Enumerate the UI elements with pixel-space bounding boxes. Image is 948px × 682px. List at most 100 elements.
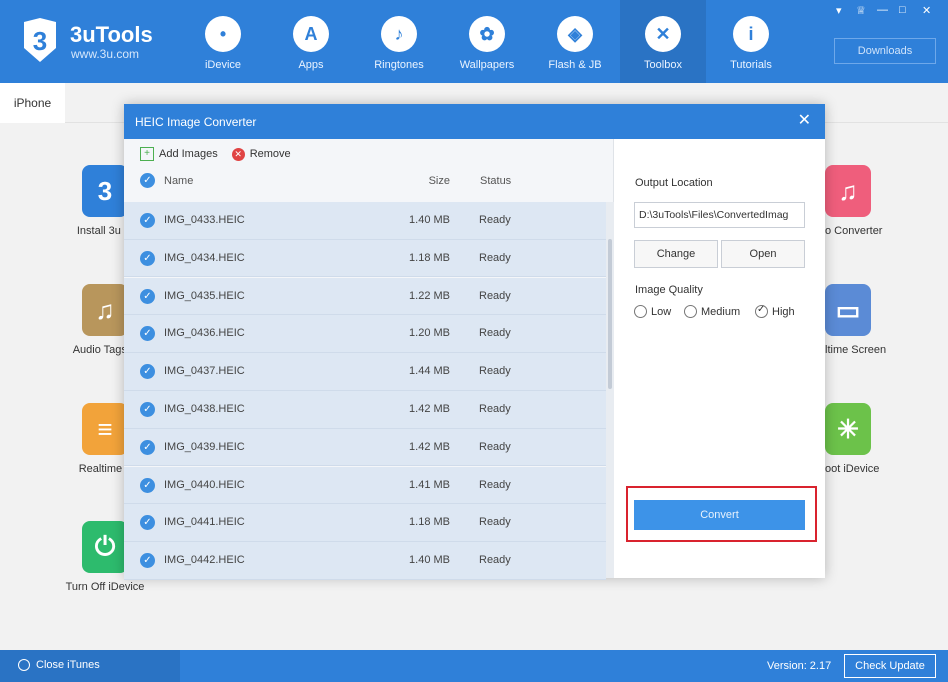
file-size: 1.42 MB (409, 440, 450, 453)
nav-label: iDevice (204, 59, 242, 71)
column-name[interactable]: Name (164, 175, 193, 187)
menu-icon[interactable]: ▾ (836, 4, 842, 17)
check-update-button[interactable]: Check Update (844, 654, 936, 678)
open-button[interactable]: Open (721, 240, 805, 268)
status-bar: Close iTunes Version: 2.17 Check Update (0, 650, 948, 682)
apple-icon: • (205, 16, 241, 52)
quality-medium-radio[interactable] (684, 305, 697, 318)
nav-item-wallpapers[interactable]: ✿ Wallpapers (444, 0, 530, 83)
file-row[interactable]: ✓ IMG_0434.HEIC 1.18 MB Ready (124, 239, 606, 278)
monitor-icon: ▭ (825, 284, 871, 336)
file-size: 1.44 MB (409, 365, 450, 378)
row-checkbox[interactable]: ✓ (140, 402, 155, 417)
quality-low-radio[interactable] (634, 305, 647, 318)
file-size: 1.41 MB (409, 478, 450, 491)
nav-label: Flash & JB (548, 59, 602, 71)
file-row[interactable]: ✓ IMG_0440.HEIC 1.41 MB Ready (124, 466, 606, 505)
add-image-icon: + (140, 147, 154, 161)
add-images-label: Add Images (159, 148, 218, 160)
remove-button[interactable]: ✕ Remove (231, 147, 291, 161)
row-checkbox[interactable]: ✓ (140, 250, 155, 266)
file-name: IMG_0436.HEIC (164, 327, 245, 340)
file-name: IMG_0442.HEIC (164, 554, 245, 567)
column-status[interactable]: Status (480, 175, 511, 187)
file-name: IMG_0440.HEIC (164, 478, 245, 491)
quality-medium-option[interactable]: Medium (684, 305, 740, 318)
row-checkbox[interactable]: ✓ (140, 477, 155, 493)
row-checkbox[interactable]: ✓ (140, 213, 155, 228)
file-row[interactable]: ✓ IMG_0435.HEIC 1.22 MB Ready (124, 277, 606, 316)
appstore-icon: A (293, 16, 329, 52)
file-row[interactable]: ✓ IMG_0441.HEIC 1.18 MB Ready (124, 504, 606, 542)
file-row[interactable]: ✓ IMG_0437.HEIC 1.44 MB Ready (124, 353, 606, 391)
file-status: Ready (479, 365, 511, 378)
nav-item-idevice[interactable]: • iDevice (180, 0, 266, 83)
row-checkbox[interactable]: ✓ (140, 326, 155, 342)
close-icon[interactable]: ✕ (922, 4, 931, 17)
3utools-logo: 3 (24, 18, 56, 62)
nav-item-tutorials[interactable]: i Tutorials (708, 0, 794, 83)
skin-icon[interactable]: ♕ (856, 4, 866, 17)
remove-icon: ✕ (231, 147, 245, 161)
quality-low-option[interactable]: Low (634, 305, 671, 318)
column-size[interactable]: Size (414, 175, 450, 187)
file-status: Ready (479, 403, 511, 415)
scrollbar-thumb[interactable] (608, 239, 612, 389)
nav-item-apps[interactable]: A Apps (268, 0, 354, 83)
dropbox-icon: ◈ (557, 16, 593, 52)
tool-spinner[interactable]: ✳ oot iDevice (825, 403, 895, 475)
row-checkbox[interactable]: ✓ (140, 515, 155, 531)
file-name: IMG_0438.HEIC (164, 403, 245, 415)
nav-label: Toolbox (644, 59, 682, 71)
flower-icon: ✿ (469, 16, 505, 52)
nav-label: Wallpapers (459, 59, 515, 71)
maximize-icon[interactable]: □ (899, 4, 906, 16)
nav-item-ringtones[interactable]: ♪ Ringtones (356, 0, 442, 83)
file-size: 1.18 MB (409, 516, 450, 529)
close-itunes-button[interactable]: Close iTunes (18, 659, 100, 671)
tool-music-circle[interactable]: ♫ o Converter (825, 165, 895, 237)
brand-url: www.3u.com (71, 47, 140, 61)
tool-monitor[interactable]: ▭ ltime Screen (825, 284, 895, 356)
downloads-button[interactable]: Downloads (834, 38, 936, 64)
file-name: IMG_0437.HEIC (164, 365, 245, 378)
change-button[interactable]: Change (634, 240, 718, 268)
convert-button[interactable]: Convert (634, 500, 805, 530)
nav-item-toolbox[interactable]: ✕ Toolbox (620, 0, 706, 83)
tool-label: ltime Screen (825, 344, 887, 356)
close-itunes-label: Close iTunes (36, 659, 100, 671)
file-name: IMG_0435.HEIC (164, 289, 245, 302)
tools-icon: ✕ (645, 16, 681, 52)
file-status: Ready (479, 516, 511, 529)
file-row[interactable]: ✓ IMG_0436.HEIC 1.20 MB Ready (124, 315, 606, 353)
file-row[interactable]: ✓ IMG_0442.HEIC 1.40 MB Ready (124, 542, 606, 580)
svg-text:3: 3 (33, 26, 47, 56)
dialog-close-icon[interactable]: ✕ (798, 110, 811, 130)
quality-high-option[interactable]: High (755, 304, 795, 318)
file-row[interactable]: ✓ IMG_0438.HEIC 1.42 MB Ready (124, 391, 606, 429)
file-size: 1.18 MB (409, 251, 450, 264)
tab-iphone[interactable]: iPhone (0, 83, 65, 123)
output-location-field[interactable]: D:\3uTools\Files\ConvertedImag (634, 202, 805, 228)
tool-label: o Converter (825, 225, 883, 237)
quality-high-radio[interactable] (755, 304, 768, 318)
file-row[interactable]: ✓ IMG_0433.HEIC 1.40 MB Ready (124, 202, 606, 240)
file-row[interactable]: ✓ IMG_0439.HEIC 1.42 MB Ready (124, 428, 606, 467)
row-checkbox[interactable]: ✓ (140, 364, 155, 380)
select-all-checkbox[interactable]: ✓ (140, 173, 155, 188)
add-images-button[interactable]: + Add Images (140, 147, 218, 161)
remove-label: Remove (249, 148, 291, 160)
row-checkbox[interactable]: ✓ (140, 439, 155, 455)
minimize-icon[interactable]: — (877, 4, 888, 16)
file-name: IMG_0441.HEIC (164, 516, 245, 529)
row-checkbox[interactable]: ✓ (140, 553, 155, 569)
file-status: Ready (479, 251, 511, 264)
output-location-label: Output Location (635, 177, 713, 189)
nav-item-flash-jb[interactable]: ◈ Flash & JB (532, 0, 618, 83)
file-status: Ready (479, 478, 511, 491)
file-size: 1.22 MB (409, 289, 450, 302)
tool-label: oot iDevice (825, 463, 880, 475)
dialog-title: HEIC Image Converter (135, 115, 257, 129)
nav-label: Tutorials (730, 59, 772, 71)
row-checkbox[interactable]: ✓ (140, 288, 155, 304)
